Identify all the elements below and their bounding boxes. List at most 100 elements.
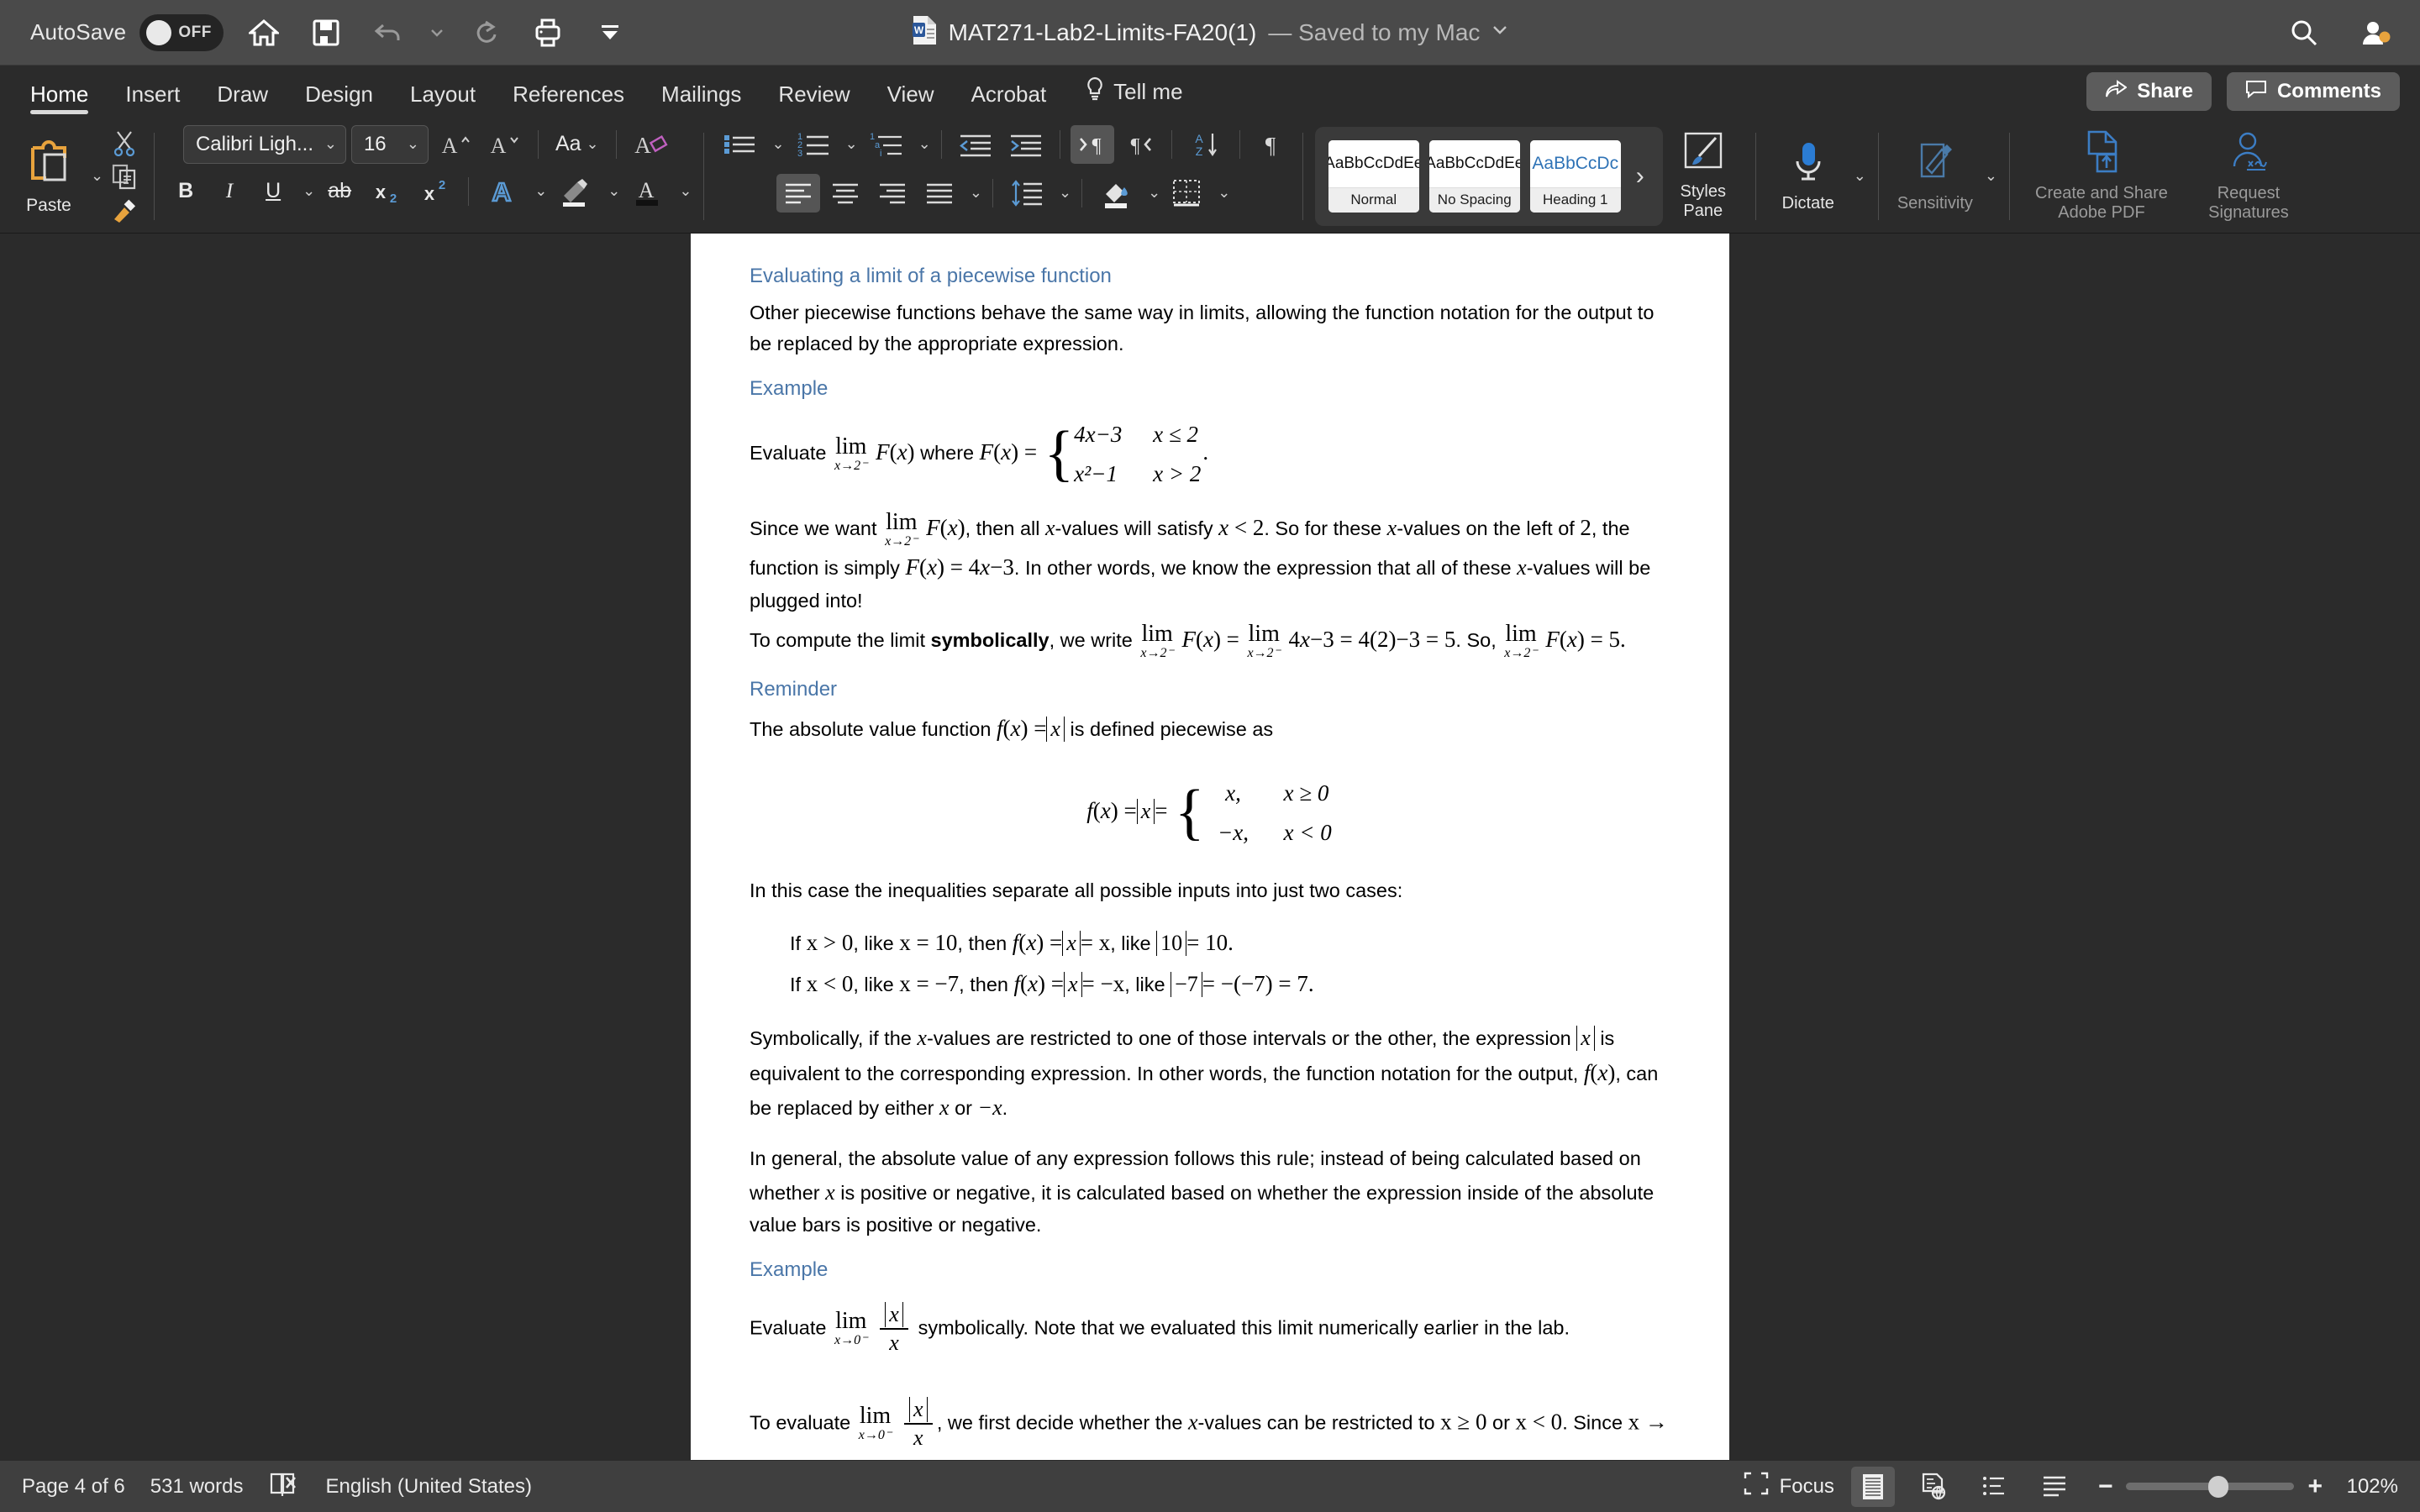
tab-view[interactable]: View — [869, 76, 953, 119]
copy-icon[interactable] — [107, 161, 142, 192]
show-formatting-marks-button[interactable]: ¶ — [1250, 125, 1291, 164]
tell-me-button[interactable]: Tell me — [1065, 71, 1196, 119]
highlight-chevron-down-icon[interactable]: ⌄ — [608, 182, 620, 200]
word-count-indicator[interactable]: 531 words — [150, 1475, 244, 1499]
sensitivity-button[interactable]: Sensitivity — [1891, 139, 1980, 213]
font-color-chevron-down-icon[interactable]: ⌄ — [679, 182, 692, 200]
document-page[interactable]: Evaluating a limit of a piecewise functi… — [691, 234, 1729, 1460]
zoom-slider-control[interactable]: − + — [2098, 1473, 2323, 1501]
subscript-button[interactable]: x2 — [364, 172, 408, 211]
tab-insert[interactable]: Insert — [107, 76, 198, 119]
numbering-button[interactable]: 123 — [788, 125, 837, 164]
underline-button[interactable]: U — [254, 172, 292, 211]
comments-button[interactable]: Comments — [2226, 72, 2400, 111]
styles-gallery-next-icon[interactable]: › — [1631, 162, 1649, 191]
save-icon[interactable] — [304, 11, 348, 55]
zoom-percentage-label[interactable]: 102% — [2339, 1475, 2398, 1499]
redo-icon[interactable] — [464, 11, 508, 55]
numbering-chevron-down-icon[interactable]: ⌄ — [845, 135, 858, 153]
align-left-button[interactable] — [776, 173, 820, 213]
undo-dropdown-icon[interactable] — [429, 11, 445, 55]
share-button[interactable]: Share — [2086, 72, 2212, 111]
undo-icon[interactable] — [366, 11, 410, 55]
clear-formatting-button[interactable]: A — [629, 125, 676, 164]
search-icon[interactable] — [2282, 11, 2326, 55]
customize-toolbar-icon[interactable] — [588, 11, 632, 55]
title-chevron-down-icon[interactable] — [1491, 24, 1508, 40]
style-card-no-spacing[interactable]: AaBbCcDdEe No Spacing — [1428, 139, 1520, 213]
shading-chevron-down-icon[interactable]: ⌄ — [1148, 184, 1160, 202]
focus-mode-button[interactable]: Focus — [1743, 1471, 1834, 1502]
page-number-indicator[interactable]: Page 4 of 6 — [22, 1475, 125, 1499]
tab-draw[interactable]: Draw — [198, 76, 287, 119]
superscript-button[interactable]: x2 — [413, 172, 456, 211]
highlight-color-button[interactable] — [552, 172, 597, 211]
borders-button[interactable] — [1164, 174, 1209, 213]
tab-references[interactable]: References — [494, 76, 643, 119]
web-layout-view-button[interactable] — [1912, 1467, 1955, 1507]
dictate-button[interactable]: Dictate — [1768, 139, 1849, 213]
zoom-in-button[interactable]: + — [2307, 1473, 2323, 1501]
grow-font-button[interactable]: A — [434, 125, 477, 164]
decrease-indent-button[interactable] — [952, 125, 999, 164]
save-status-label[interactable]: — Saved to my Mac — [1268, 19, 1480, 46]
borders-chevron-down-icon[interactable]: ⌄ — [1218, 184, 1230, 202]
bullets-chevron-down-icon[interactable]: ⌄ — [771, 135, 784, 153]
cut-scissors-icon[interactable] — [107, 128, 142, 158]
change-case-button[interactable]: Aa ⌄ — [550, 125, 604, 164]
bold-button[interactable]: B — [166, 172, 205, 211]
align-center-button[interactable] — [823, 174, 867, 213]
line-spacing-chevron-down-icon[interactable]: ⌄ — [1059, 184, 1071, 202]
italic-button[interactable]: I — [210, 172, 249, 211]
dictate-chevron-down-icon[interactable]: ⌄ — [1854, 167, 1866, 185]
shrink-font-button[interactable]: A — [482, 125, 526, 164]
text-effects-chevron-down-icon[interactable]: ⌄ — [534, 182, 547, 200]
paste-chevron-down-icon[interactable]: ⌄ — [91, 167, 103, 185]
language-indicator[interactable]: English (United States) — [326, 1475, 532, 1499]
ltr-text-direction-button[interactable]: ¶ — [1070, 124, 1114, 164]
outline-view-button[interactable] — [1972, 1467, 2016, 1507]
increase-indent-button[interactable] — [1002, 125, 1050, 164]
tab-review[interactable]: Review — [760, 76, 868, 119]
text-effects-button[interactable]: A — [481, 172, 524, 211]
create-share-adobe-pdf-button[interactable]: Create and Share Adobe PDF — [2022, 129, 2181, 223]
zoom-out-button[interactable]: − — [2098, 1473, 2113, 1501]
font-name-combobox[interactable]: Calibri Ligh... ⌄ — [182, 124, 346, 164]
underline-chevron-down-icon[interactable]: ⌄ — [302, 182, 315, 200]
home-icon[interactable] — [242, 11, 286, 55]
style-card-normal[interactable]: AaBbCcDdEe Normal — [1328, 139, 1419, 213]
tab-design[interactable]: Design — [287, 76, 392, 119]
strikethrough-button[interactable]: ab — [320, 172, 359, 211]
format-painter-icon[interactable] — [107, 195, 142, 225]
print-layout-view-button[interactable] — [1850, 1466, 1895, 1507]
autosave-toggle[interactable]: OFF — [139, 13, 224, 51]
align-right-button[interactable] — [871, 174, 914, 213]
shading-button[interactable] — [1092, 174, 1139, 213]
account-avatar-icon[interactable] — [2354, 11, 2398, 55]
tab-acrobat[interactable]: Acrobat — [953, 76, 1065, 119]
draft-view-button[interactable] — [2033, 1467, 2076, 1507]
font-color-button[interactable]: A — [625, 172, 669, 211]
sort-button[interactable]: AZ — [1182, 125, 1229, 164]
sensitivity-chevron-down-icon[interactable]: ⌄ — [1985, 167, 1997, 185]
styles-pane-button[interactable]: Styles Pane — [1663, 131, 1744, 221]
bullets-button[interactable] — [716, 125, 763, 164]
tab-home[interactable]: Home — [12, 76, 107, 119]
proofing-errors-icon[interactable] — [269, 1470, 301, 1503]
request-signatures-button[interactable]: Request Signatures — [2181, 129, 2316, 223]
document-body[interactable]: Evaluating a limit of a piecewise functi… — [750, 234, 1670, 1460]
justify-button[interactable] — [918, 174, 961, 213]
tab-mailings[interactable]: Mailings — [643, 76, 760, 119]
document-canvas[interactable]: Evaluating a limit of a piecewise functi… — [0, 234, 2420, 1460]
tab-layout[interactable]: Layout — [392, 76, 494, 119]
zoom-slider-handle[interactable] — [2208, 1476, 2229, 1498]
style-card-heading-1[interactable]: AaBbCcDc Heading 1 — [1529, 139, 1621, 213]
font-size-combobox[interactable]: 16 ⌄ — [350, 124, 429, 164]
line-spacing-button[interactable] — [1003, 174, 1050, 213]
rtl-text-direction-button[interactable]: ¶ — [1118, 125, 1161, 164]
zoom-slider-track[interactable] — [2126, 1476, 2295, 1498]
document-title[interactable]: MAT271-Lab2-Limits-FA20(1) — [949, 19, 1257, 46]
paste-button[interactable]: Paste — [12, 136, 86, 216]
multilevel-list-button[interactable]: 1ai — [861, 125, 910, 164]
multilevel-chevron-down-icon[interactable]: ⌄ — [918, 135, 931, 153]
